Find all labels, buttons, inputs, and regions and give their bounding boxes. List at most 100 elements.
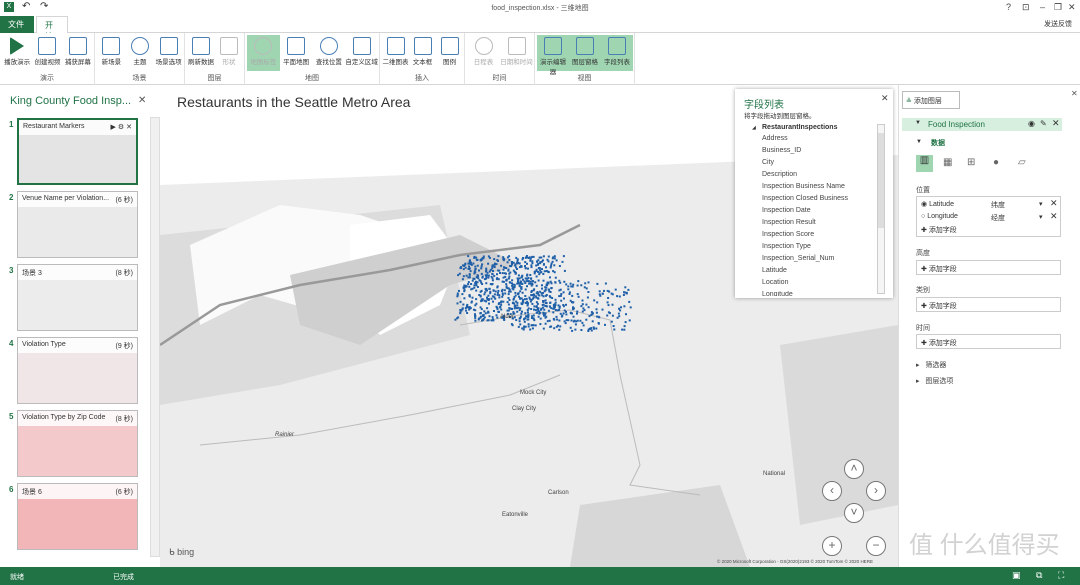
restaurant-marker — [496, 291, 499, 294]
field-item[interactable]: Inspection Closed Business — [762, 195, 848, 202]
tilt-up-button[interactable]: ˄ — [844, 459, 864, 479]
ribbon-group-label: 插入 — [415, 75, 429, 82]
new-scene-button[interactable]: 新场景 — [97, 35, 126, 71]
restaurant-marker — [459, 312, 462, 315]
send-feedback-link[interactable]: 发送反馈 — [1044, 19, 1072, 29]
view-mode-icon[interactable]: ⧉ — [1036, 570, 1042, 581]
geo-type-dropdown[interactable]: 纬度 — [991, 200, 1005, 210]
restaurant-marker — [467, 267, 470, 270]
location-field-row[interactable]: ◉ Latitude — [921, 200, 954, 208]
geo-type-dropdown[interactable]: 经度 — [991, 213, 1005, 223]
tour-scrollbar[interactable] — [150, 117, 160, 557]
field-item[interactable]: Inspection Result — [762, 219, 816, 226]
tour-editor-button[interactable]: 演示编辑器 — [537, 35, 569, 76]
custom-region-button[interactable]: 自定义区域 — [345, 35, 378, 71]
category-add-field-button[interactable]: ✚ 添加字段 — [916, 297, 1061, 312]
scene-thumbnail[interactable]: Venue Name per Violation... (6 秒) — [17, 191, 138, 258]
delete-scene-icon[interactable]: ✕ — [126, 124, 132, 131]
delete-layer-icon[interactable]: ✕ — [1052, 118, 1060, 129]
flat-map-button[interactable]: 平面地图 — [280, 35, 313, 71]
play-scene-icon[interactable]: ▶ — [111, 124, 116, 131]
field-item[interactable]: Location — [762, 279, 788, 286]
radio-selected-icon[interactable]: ◉ — [921, 201, 927, 208]
dropdown-arrow-icon[interactable]: ▾ — [1039, 200, 1043, 208]
shapes-button[interactable]: 形状 — [215, 35, 243, 71]
view-mode-icon[interactable]: ▣ — [1012, 570, 1021, 581]
close-pane-icon[interactable]: ✕ — [138, 95, 146, 106]
close-pane-icon[interactable]: ✕ — [1071, 89, 1078, 98]
legend-button[interactable]: 图例 — [436, 35, 463, 71]
stacked-column-icon[interactable]: ▥ — [916, 155, 933, 172]
remove-field-icon[interactable]: ✕ — [1050, 198, 1058, 209]
camera-button[interactable]: 捕获屏幕 — [63, 35, 93, 71]
fullscreen-icon[interactable]: ⛶ — [1058, 570, 1064, 581]
tab-home[interactable]: 开始 — [36, 16, 68, 41]
visibility-eye-icon[interactable]: ◉ — [1028, 119, 1035, 128]
field-item[interactable]: Longitude — [762, 291, 793, 296]
field-item[interactable]: Latitude — [762, 267, 787, 274]
zoom-in-button[interactable]: + — [822, 536, 842, 556]
close-icon[interactable]: ✕ — [881, 93, 889, 104]
remove-field-icon[interactable]: ✕ — [1050, 211, 1058, 222]
clustered-column-icon[interactable]: ▦ — [943, 157, 952, 168]
refresh-button[interactable]: 刷新数据 — [187, 35, 215, 71]
rename-pencil-icon[interactable]: ✎ — [1040, 119, 1047, 128]
zoom-out-button[interactable]: − — [866, 536, 886, 556]
video-button[interactable]: 创建视频 — [32, 35, 62, 71]
field-item[interactable]: Address — [762, 135, 788, 142]
tab-file[interactable]: 文件 — [0, 16, 34, 33]
bubble-icon[interactable]: ⊞ — [967, 157, 975, 168]
scene-thumbnail[interactable]: 场景 3 (8 秒) — [17, 264, 138, 331]
region-icon[interactable]: ▱ — [1018, 157, 1026, 168]
field-item[interactable]: Business_ID — [762, 147, 801, 154]
scene-options-button[interactable]: 场景选项 — [154, 35, 183, 71]
scene-thumbnail[interactable]: Violation Type by Zip Code (8 秒) — [17, 410, 138, 477]
close-icon[interactable]: ✕ — [1068, 2, 1076, 13]
location-field-row[interactable]: ○ Longitude — [921, 213, 958, 220]
find-location-button[interactable]: 查找位置 — [313, 35, 346, 71]
textbox-button[interactable]: 文本框 — [409, 35, 436, 71]
heatmap-icon[interactable]: ● — [993, 157, 999, 168]
filters-expander[interactable]: ▸ 筛选器 — [916, 360, 946, 370]
collapse-icon[interactable]: ▼ — [915, 120, 921, 126]
bar-chart-button[interactable]: 二维图表 — [382, 35, 409, 71]
globe-brush-button[interactable]: 主题 — [126, 35, 155, 71]
date-time-button[interactable]: 日期和时间 — [500, 35, 533, 71]
dropdown-arrow-icon[interactable]: ▾ — [1039, 213, 1043, 221]
scene-thumbnail[interactable]: Restaurant Markers ▶ ⚙ ✕ — [17, 118, 138, 185]
restaurant-marker — [500, 264, 503, 267]
rotate-right-button[interactable]: › — [866, 481, 886, 501]
play-button[interactable]: 播放演示 — [2, 35, 32, 71]
ribbon-display-icon[interactable]: ⊡ — [1022, 2, 1030, 13]
radio-unselected-icon[interactable]: ○ — [921, 213, 925, 220]
restore-icon[interactable]: ❐ — [1054, 2, 1062, 13]
scene-settings-icon[interactable]: ⚙ — [118, 124, 124, 131]
clock-button[interactable]: 日程表 — [467, 35, 500, 71]
field-item[interactable]: City — [762, 159, 774, 166]
field-item[interactable]: Inspection Score — [762, 231, 814, 238]
height-add-field-button[interactable]: ✚ 添加字段 — [916, 260, 1061, 275]
restaurant-marker — [497, 278, 500, 281]
field-item[interactable]: Description — [762, 171, 797, 178]
time-add-field-button[interactable]: ✚ 添加字段 — [916, 334, 1061, 349]
tilt-down-button[interactable]: ˅ — [844, 503, 864, 523]
field-list-button[interactable]: 字段列表 — [601, 35, 633, 71]
field-item[interactable]: Inspection Date — [762, 207, 811, 214]
collapse-triangle-icon[interactable]: ◢ — [752, 125, 756, 131]
field-item[interactable]: Inspection Type — [762, 243, 811, 250]
rotate-left-button[interactable]: ‹ — [822, 481, 842, 501]
scene-thumbnail[interactable]: 场景 6 (6 秒) — [17, 483, 138, 550]
field-item[interactable]: Inspection_Serial_Num — [762, 255, 834, 262]
scene-thumbnail[interactable]: Violation Type (9 秒) — [17, 337, 138, 404]
layer-pane-button[interactable]: 图层窗格 — [569, 35, 601, 71]
field-item[interactable]: Inspection Business Name — [762, 183, 845, 190]
minimize-icon[interactable]: – — [1040, 2, 1045, 12]
layer-header[interactable]: ▼ Food Inspection ◉ ✎ ✕ — [902, 118, 1062, 131]
add-layer-button[interactable]: ≗ 添加图层 — [902, 91, 960, 109]
field-list-scrollbar[interactable] — [877, 124, 885, 294]
layer-options-expander[interactable]: ▸ 图层选项 — [916, 376, 953, 386]
map-labels-button[interactable]: 地图标签 — [247, 35, 280, 71]
add-field-button[interactable]: ✚ 添加字段 — [921, 225, 957, 235]
collapse-icon[interactable]: ▼ — [916, 139, 922, 145]
help-button[interactable]: ? — [1006, 2, 1011, 12]
